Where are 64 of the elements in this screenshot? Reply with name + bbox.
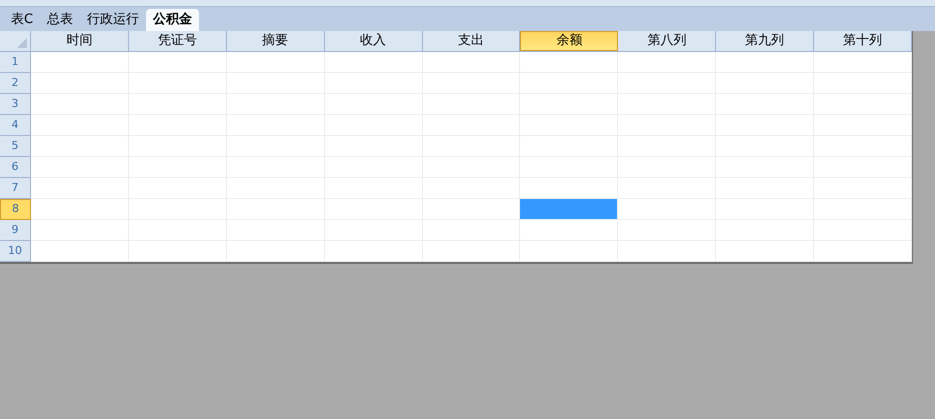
table-cell[interactable] bbox=[814, 157, 912, 178]
table-cell[interactable] bbox=[814, 52, 912, 73]
sheet-tab[interactable]: 表C bbox=[4, 9, 40, 31]
sheet-tab[interactable]: 公积金 bbox=[146, 9, 200, 31]
table-cell[interactable] bbox=[618, 241, 716, 262]
table-cell[interactable] bbox=[30, 199, 129, 220]
table-cell[interactable] bbox=[422, 241, 520, 262]
column-header[interactable]: 收入 bbox=[324, 31, 423, 51]
corner-triangle-icon bbox=[16, 38, 27, 48]
column-header[interactable]: 第八列 bbox=[618, 31, 716, 51]
row-header[interactable]: 7 bbox=[0, 178, 31, 199]
table-cell[interactable] bbox=[716, 52, 814, 73]
table-cell[interactable] bbox=[422, 178, 520, 199]
table-cell[interactable] bbox=[30, 115, 129, 136]
column-header[interactable]: 凭证号 bbox=[128, 31, 227, 51]
table-cell[interactable] bbox=[30, 136, 129, 157]
table-cell[interactable] bbox=[226, 241, 325, 262]
selected-cell[interactable] bbox=[520, 199, 618, 220]
table-cell[interactable] bbox=[520, 220, 618, 241]
table-cell[interactable] bbox=[128, 241, 227, 262]
column-header[interactable]: 余额 bbox=[520, 31, 618, 51]
row-header[interactable]: 2 bbox=[0, 73, 31, 94]
table-cell[interactable] bbox=[814, 136, 912, 157]
table-cell[interactable] bbox=[814, 178, 912, 199]
table-cell[interactable] bbox=[618, 178, 716, 199]
sheet-tab[interactable]: 行政运行 bbox=[80, 9, 146, 31]
row-header[interactable]: 9 bbox=[0, 220, 31, 241]
table-cell[interactable] bbox=[226, 52, 325, 73]
row-header[interactable]: 10 bbox=[0, 241, 31, 262]
table-cell[interactable] bbox=[422, 220, 520, 241]
sheet-tab[interactable]: 总表 bbox=[40, 9, 80, 31]
table-cell[interactable] bbox=[30, 73, 129, 94]
table-cell[interactable] bbox=[30, 94, 129, 115]
row-header[interactable]: 8 bbox=[0, 199, 31, 220]
row-header[interactable]: 4 bbox=[0, 115, 31, 136]
table-cell[interactable] bbox=[324, 52, 423, 73]
table-cell[interactable] bbox=[520, 52, 618, 73]
row-header[interactable]: 3 bbox=[0, 94, 31, 115]
table-cell[interactable] bbox=[618, 220, 716, 241]
table-cell[interactable] bbox=[814, 73, 912, 94]
row-header[interactable]: 5 bbox=[0, 136, 31, 157]
column-header[interactable]: 时间 bbox=[30, 31, 129, 51]
row-header[interactable]: 6 bbox=[0, 157, 31, 178]
table-cell[interactable] bbox=[30, 178, 129, 199]
column-header[interactable]: 第九列 bbox=[716, 31, 814, 51]
table-cell[interactable] bbox=[618, 199, 716, 220]
table-cell[interactable] bbox=[716, 241, 814, 262]
table-cell[interactable] bbox=[30, 157, 129, 178]
table-cell[interactable] bbox=[814, 199, 912, 220]
column-header[interactable]: 第十列 bbox=[814, 31, 912, 51]
table-cell[interactable] bbox=[324, 241, 423, 262]
table-cell[interactable] bbox=[814, 241, 912, 262]
table-cell[interactable] bbox=[814, 115, 912, 136]
table-cell[interactable] bbox=[128, 52, 227, 73]
table-cell[interactable] bbox=[422, 52, 520, 73]
column-header[interactable]: 摘要 bbox=[226, 31, 325, 51]
table-cell[interactable] bbox=[30, 52, 129, 73]
table-cell[interactable] bbox=[30, 241, 129, 262]
table-cell[interactable] bbox=[814, 94, 912, 115]
table-cell[interactable] bbox=[520, 241, 618, 262]
row-header[interactable]: 1 bbox=[0, 52, 31, 73]
table-cell[interactable] bbox=[30, 220, 129, 241]
table-cell[interactable] bbox=[814, 220, 912, 241]
table-cell[interactable] bbox=[618, 52, 716, 73]
